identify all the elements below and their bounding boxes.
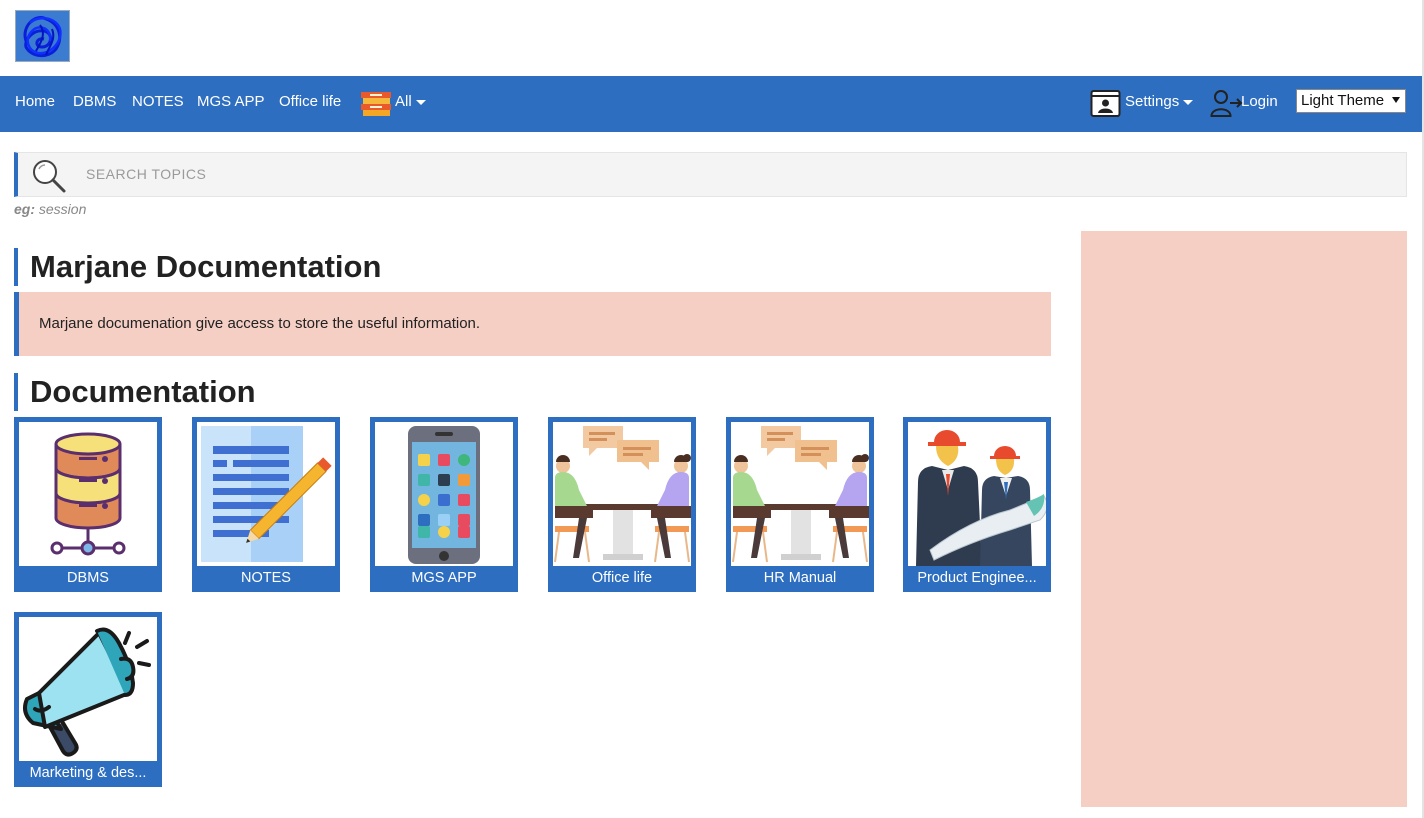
chevron-down-icon <box>1183 99 1194 105</box>
settings-dropdown[interactable]: Settings <box>1090 76 1194 132</box>
section-title: Documentation <box>14 373 256 411</box>
engineers-blueprint-icon <box>916 430 1046 566</box>
card-hr-manual[interactable]: HR Manual <box>726 417 874 592</box>
card-marketing-design[interactable]: Marketing & des... <box>14 612 162 787</box>
megaphone-icon <box>23 627 151 757</box>
top-navbar: Home DBMS NOTES MGS APP Office life All … <box>0 76 1422 132</box>
search-input[interactable]: SEARCH TOPICS <box>86 153 206 196</box>
card-label: NOTES <box>241 570 291 586</box>
card-thumbnail <box>19 422 157 566</box>
card-label: MGS APP <box>411 570 477 586</box>
nav-mgs-app[interactable]: MGS APP <box>197 76 265 132</box>
sidebar-panel <box>1081 231 1407 807</box>
description-box: Marjane documenation give access to stor… <box>14 292 1051 356</box>
theme-select[interactable]: Light Theme <box>1296 89 1406 113</box>
nav-home[interactable]: Home <box>15 76 55 132</box>
all-menu-label: All <box>395 93 412 110</box>
card-thumbnail <box>731 422 869 566</box>
nav-office-life[interactable]: Office life <box>279 76 341 132</box>
office-meeting-icon <box>732 426 869 563</box>
card-thumbnail <box>553 422 691 566</box>
card-dbms[interactable]: DBMS <box>14 417 162 592</box>
login-label: Login <box>1241 93 1278 110</box>
card-thumbnail <box>19 617 157 761</box>
smartphone-apps-icon <box>408 426 480 564</box>
profile-card-icon <box>1090 90 1121 117</box>
hint-example: session <box>38 201 87 217</box>
theme-select-value: Light Theme <box>1301 92 1385 109</box>
nav-notes[interactable]: NOTES <box>132 76 184 132</box>
search-hint: eg: session <box>14 201 86 217</box>
card-notes[interactable]: NOTES <box>192 417 340 592</box>
card-office-life[interactable]: Office life <box>548 417 696 592</box>
site-logo[interactable] <box>15 10 70 62</box>
all-menu-dropdown[interactable]: All <box>360 76 426 132</box>
card-label: Marketing & des... <box>29 765 147 781</box>
notes-pencil-icon <box>201 426 332 562</box>
database-icon <box>50 432 126 556</box>
card-product-engineering[interactable]: Product Enginee... <box>903 417 1051 592</box>
chevron-down-icon <box>415 99 426 105</box>
blue-scribble-logo-icon <box>16 11 69 61</box>
card-thumbnail <box>908 422 1046 566</box>
page-title: Marjane Documentation <box>14 248 381 286</box>
dropdown-arrow-icon <box>1392 97 1400 103</box>
search-icon[interactable] <box>30 157 68 195</box>
books-icon <box>361 92 391 116</box>
card-label: DBMS <box>67 570 109 586</box>
card-mgs-app[interactable]: MGS APP <box>370 417 518 592</box>
office-meeting-icon <box>554 426 691 563</box>
card-thumbnail <box>197 422 335 566</box>
card-label: Office life <box>591 570 653 586</box>
settings-label: Settings <box>1125 93 1180 110</box>
hint-prefix: eg: <box>14 201 35 217</box>
login-link[interactable]: Login <box>1210 76 1278 132</box>
card-label: Product Enginee... <box>917 570 1037 586</box>
search-bar: SEARCH TOPICS <box>14 152 1407 197</box>
nav-dbms[interactable]: DBMS <box>73 76 116 132</box>
card-label: HR Manual <box>763 570 837 586</box>
user-login-icon <box>1210 90 1243 117</box>
card-thumbnail <box>375 422 513 566</box>
